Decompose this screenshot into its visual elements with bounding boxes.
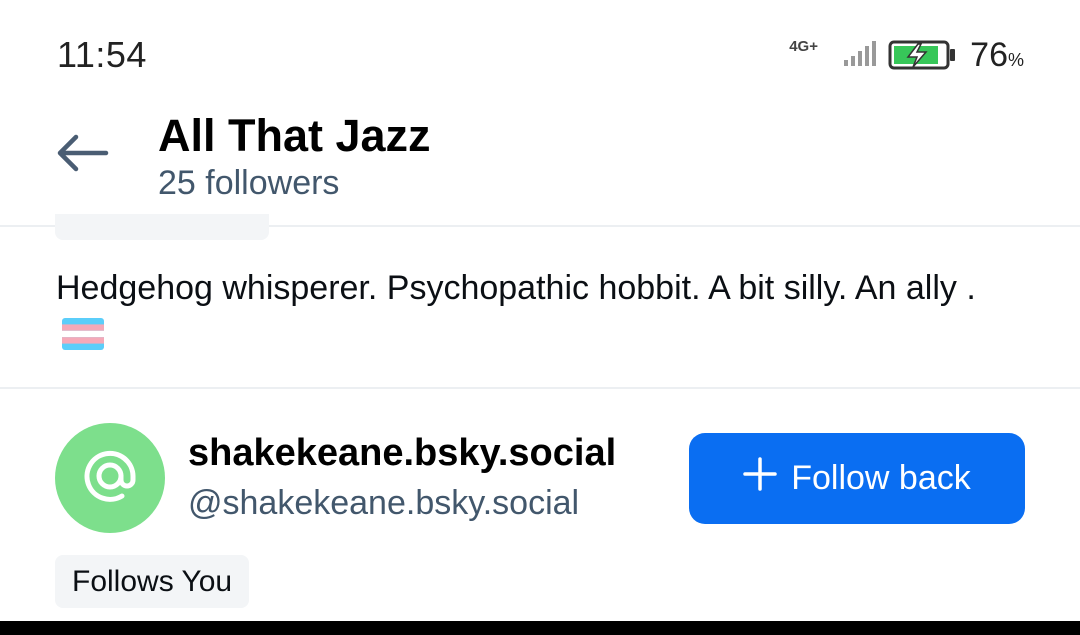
user-display-name[interactable]: shakekeane.bsky.social [188,432,668,475]
page-title: All That Jazz [158,110,431,161]
battery-percent-value: 76 [970,36,1008,74]
at-sign-icon [80,446,140,511]
follow-back-label: Follow back [791,459,971,497]
profile-bio: Hedgehog whisperer. Psychopathic hobbit.… [56,266,1026,362]
user-handle: @shakekeane.bsky.social [188,484,580,522]
network-type: 4G+ [789,38,818,55]
follows-you-badge: Follows You [55,555,250,608]
signal-icon [844,40,876,73]
plus-icon [743,457,777,500]
bio-divider [0,387,1080,389]
arrow-left-icon [54,133,110,178]
partial-badge [55,214,269,240]
bio-text: Hedgehog whisperer. Psychopathic hobbit.… [56,269,976,307]
transgender-flag-icon [62,317,104,362]
follow-back-button[interactable]: Follow back [689,433,1025,524]
profile-header: All That Jazz 25 followers [0,110,1080,226]
status-time: 11:54 [57,34,147,75]
status-bar: 11:54 4G+ 76% [0,0,1080,110]
bottom-edge [0,621,1080,635]
avatar[interactable] [55,423,165,533]
back-button[interactable] [52,130,112,180]
battery-percent: 76% [970,36,1024,75]
followers-count: 25 followers [158,164,340,202]
battery-percent-sign: % [1007,50,1024,70]
battery-icon [888,40,958,75]
status-icons: 4G+ 76% [724,34,1024,76]
